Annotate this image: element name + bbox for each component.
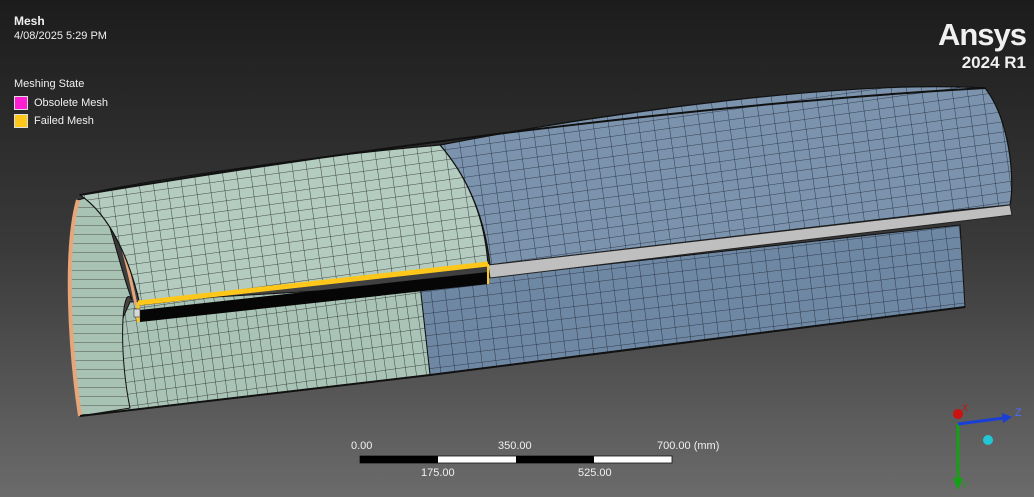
scale-bar-segment — [516, 456, 594, 463]
ansys-logo: Ansys 2024 R1 — [937, 17, 1027, 74]
legend-item-failed-mesh: Failed Mesh — [14, 112, 108, 130]
graphics-viewport[interactable]: Mesh 4/08/2025 5:29 PM Meshing State Obs… — [0, 0, 1034, 497]
axis-triad[interactable] — [953, 409, 1012, 490]
obsolete-mesh-swatch — [14, 96, 28, 110]
legend-item-label: Obsolete Mesh — [34, 97, 108, 109]
scale-bar — [359, 455, 673, 464]
mesh-model[interactable] — [0, 0, 1034, 497]
x-axis-label: X — [962, 403, 969, 413]
brand-name: Ansys — [937, 17, 1027, 52]
legend-item-obsolete-mesh: Obsolete Mesh — [14, 94, 108, 112]
scale-label-350: 350.00 — [498, 440, 532, 452]
edge-marker — [133, 308, 141, 318]
scale-label-700: 700.00 (mm) — [657, 440, 720, 452]
isometric-view-icon[interactable] — [983, 435, 993, 445]
meshing-state-legend: Meshing State Obsolete Mesh Failed Mesh — [14, 78, 108, 130]
scale-label-525: 525.00 — [578, 467, 612, 479]
brand-version: 2024 R1 — [961, 53, 1026, 72]
z-axis-label: Z — [1015, 407, 1022, 419]
view-datetime: 4/08/2025 5:29 PM — [14, 30, 107, 42]
scale-label-0: 0.00 — [351, 440, 373, 452]
scale-label-175: 175.00 — [421, 467, 455, 479]
view-title: Mesh — [14, 14, 45, 28]
z-axis-arrow — [1002, 413, 1012, 423]
legend-item-label: Failed Mesh — [34, 115, 94, 127]
legend-title: Meshing State — [14, 78, 85, 90]
z-axis-line — [957, 416, 1005, 426]
y-axis-label: Y — [962, 480, 969, 490]
scale-bar-segment — [360, 456, 438, 463]
failed-mesh-swatch — [14, 114, 28, 128]
